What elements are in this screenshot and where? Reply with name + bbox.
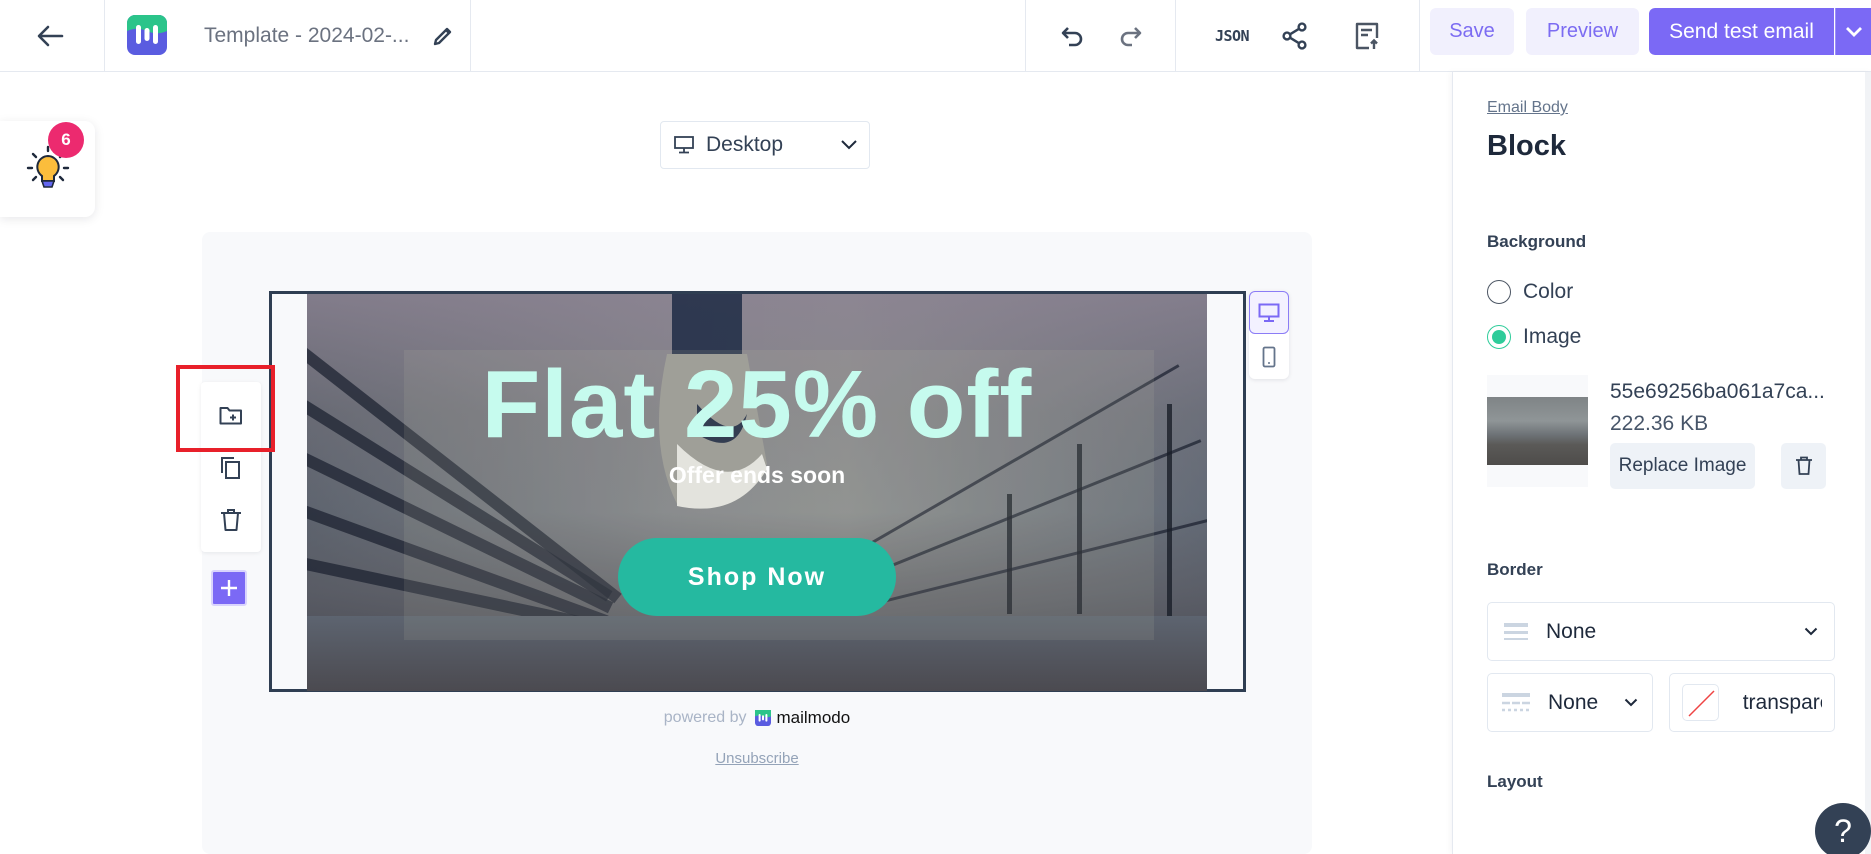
add-block-button[interactable] xyxy=(211,570,247,606)
export-button[interactable] xyxy=(1350,0,1384,71)
divider xyxy=(1419,0,1420,71)
undo-icon xyxy=(1061,26,1083,46)
device-select[interactable]: Desktop xyxy=(660,121,870,169)
radio-label: Image xyxy=(1523,325,1582,348)
trash-icon xyxy=(1795,456,1812,475)
border-color-value[interactable]: transparent xyxy=(1743,691,1822,715)
shop-now-button[interactable]: Shop Now xyxy=(618,538,896,616)
redo-button[interactable] xyxy=(1112,0,1148,71)
back-button[interactable] xyxy=(30,0,70,71)
background-image-radio[interactable]: Image xyxy=(1487,325,1581,349)
copy-icon xyxy=(221,457,240,479)
share-icon xyxy=(1282,21,1307,50)
background-image-thumbnail xyxy=(1487,375,1588,487)
powered-by-footer: powered by mailmodo xyxy=(0,708,1514,728)
hero-image-block[interactable]: Flat 25% off Offer ends soon Shop Now xyxy=(307,294,1207,691)
save-button[interactable]: Save xyxy=(1430,8,1514,55)
send-test-email-button[interactable]: Send test email xyxy=(1649,8,1834,55)
send-options-button[interactable] xyxy=(1835,8,1871,55)
delete-image-button[interactable] xyxy=(1781,443,1826,489)
divider xyxy=(1175,0,1176,71)
plus-icon xyxy=(221,580,237,596)
chevron-down-icon xyxy=(829,139,869,151)
unsubscribe-link[interactable]: Unsubscribe xyxy=(0,750,1514,767)
duplicate-block-button[interactable] xyxy=(201,443,261,493)
delete-block-button[interactable] xyxy=(201,495,261,545)
tips-count-badge: 6 xyxy=(48,122,84,158)
border-width-select[interactable]: None xyxy=(1487,673,1653,732)
radio-label: Color xyxy=(1523,280,1574,303)
redo-icon xyxy=(1120,26,1142,46)
breadcrumb-email-body[interactable]: Email Body xyxy=(1487,99,1568,117)
share-button[interactable] xyxy=(1280,0,1310,71)
background-color-radio[interactable]: Color xyxy=(1487,280,1573,304)
desktop-view-button[interactable] xyxy=(1249,291,1289,334)
transparent-swatch[interactable] xyxy=(1682,684,1719,721)
chevron-down-icon xyxy=(1845,26,1862,37)
json-button[interactable]: JSON xyxy=(1207,0,1257,71)
panel-title: Block xyxy=(1487,130,1566,162)
mobile-icon xyxy=(1262,346,1276,368)
undo-button[interactable] xyxy=(1055,0,1091,71)
replace-image-button[interactable]: Replace Image xyxy=(1610,443,1755,489)
hero-subtitle[interactable]: Offer ends soon xyxy=(307,462,1207,489)
layout-section-label: Layout xyxy=(1487,772,1543,791)
border-dash-icon xyxy=(1502,692,1530,711)
panel-scrollbar[interactable] xyxy=(1865,72,1871,854)
trash-icon xyxy=(221,509,241,531)
pencil-icon xyxy=(433,27,452,45)
view-toggle xyxy=(1249,291,1289,379)
preview-button[interactable]: Preview xyxy=(1526,8,1639,55)
divider xyxy=(1025,0,1026,71)
chevron-down-icon xyxy=(1624,698,1638,707)
properties-panel: Email Body Block Background Color Image … xyxy=(1452,72,1871,854)
folder-plus-icon xyxy=(219,407,242,425)
border-style-select[interactable]: None xyxy=(1487,602,1835,661)
image-file-name: 55e69256ba061a7ca... xyxy=(1610,380,1825,403)
email-editor: Template - 2024-02-... JSON Save Preview… xyxy=(0,0,1871,854)
powered-by-text: powered by xyxy=(663,709,747,726)
monitor-icon xyxy=(1258,303,1280,322)
save-block-button[interactable] xyxy=(201,390,261,440)
background-section-label: Background xyxy=(1487,232,1587,251)
template-title: Template - 2024-02-... xyxy=(204,23,410,47)
top-bar: Template - 2024-02-... JSON Save Preview… xyxy=(0,0,1871,72)
brand-name: mailmodo xyxy=(776,708,851,727)
image-file-size: 222.36 KB xyxy=(1610,412,1709,435)
mobile-view-button[interactable] xyxy=(1249,335,1289,379)
block-toolbar xyxy=(201,382,261,552)
border-width-value: None xyxy=(1548,690,1599,714)
hero-title[interactable]: Flat 25% off xyxy=(307,350,1207,460)
border-section-label: Border xyxy=(1487,560,1543,579)
divider xyxy=(104,0,105,71)
edit-title-button[interactable] xyxy=(428,0,458,71)
monitor-icon xyxy=(674,136,694,154)
radio-unchecked xyxy=(1487,280,1511,304)
divider xyxy=(470,0,471,71)
border-style-value: None xyxy=(1546,619,1597,643)
chevron-down-icon xyxy=(1804,627,1818,636)
help-button[interactable]: ? xyxy=(1815,803,1871,854)
border-style-icon xyxy=(1504,622,1528,640)
border-color-picker[interactable]: transparent xyxy=(1669,673,1835,732)
radio-checked xyxy=(1487,325,1511,349)
document-upload-icon xyxy=(1355,22,1379,49)
mailmodo-logo xyxy=(754,710,771,726)
device-select-value: Desktop xyxy=(706,133,784,156)
arrow-left-icon xyxy=(37,25,64,46)
mailmodo-logo xyxy=(127,15,167,55)
